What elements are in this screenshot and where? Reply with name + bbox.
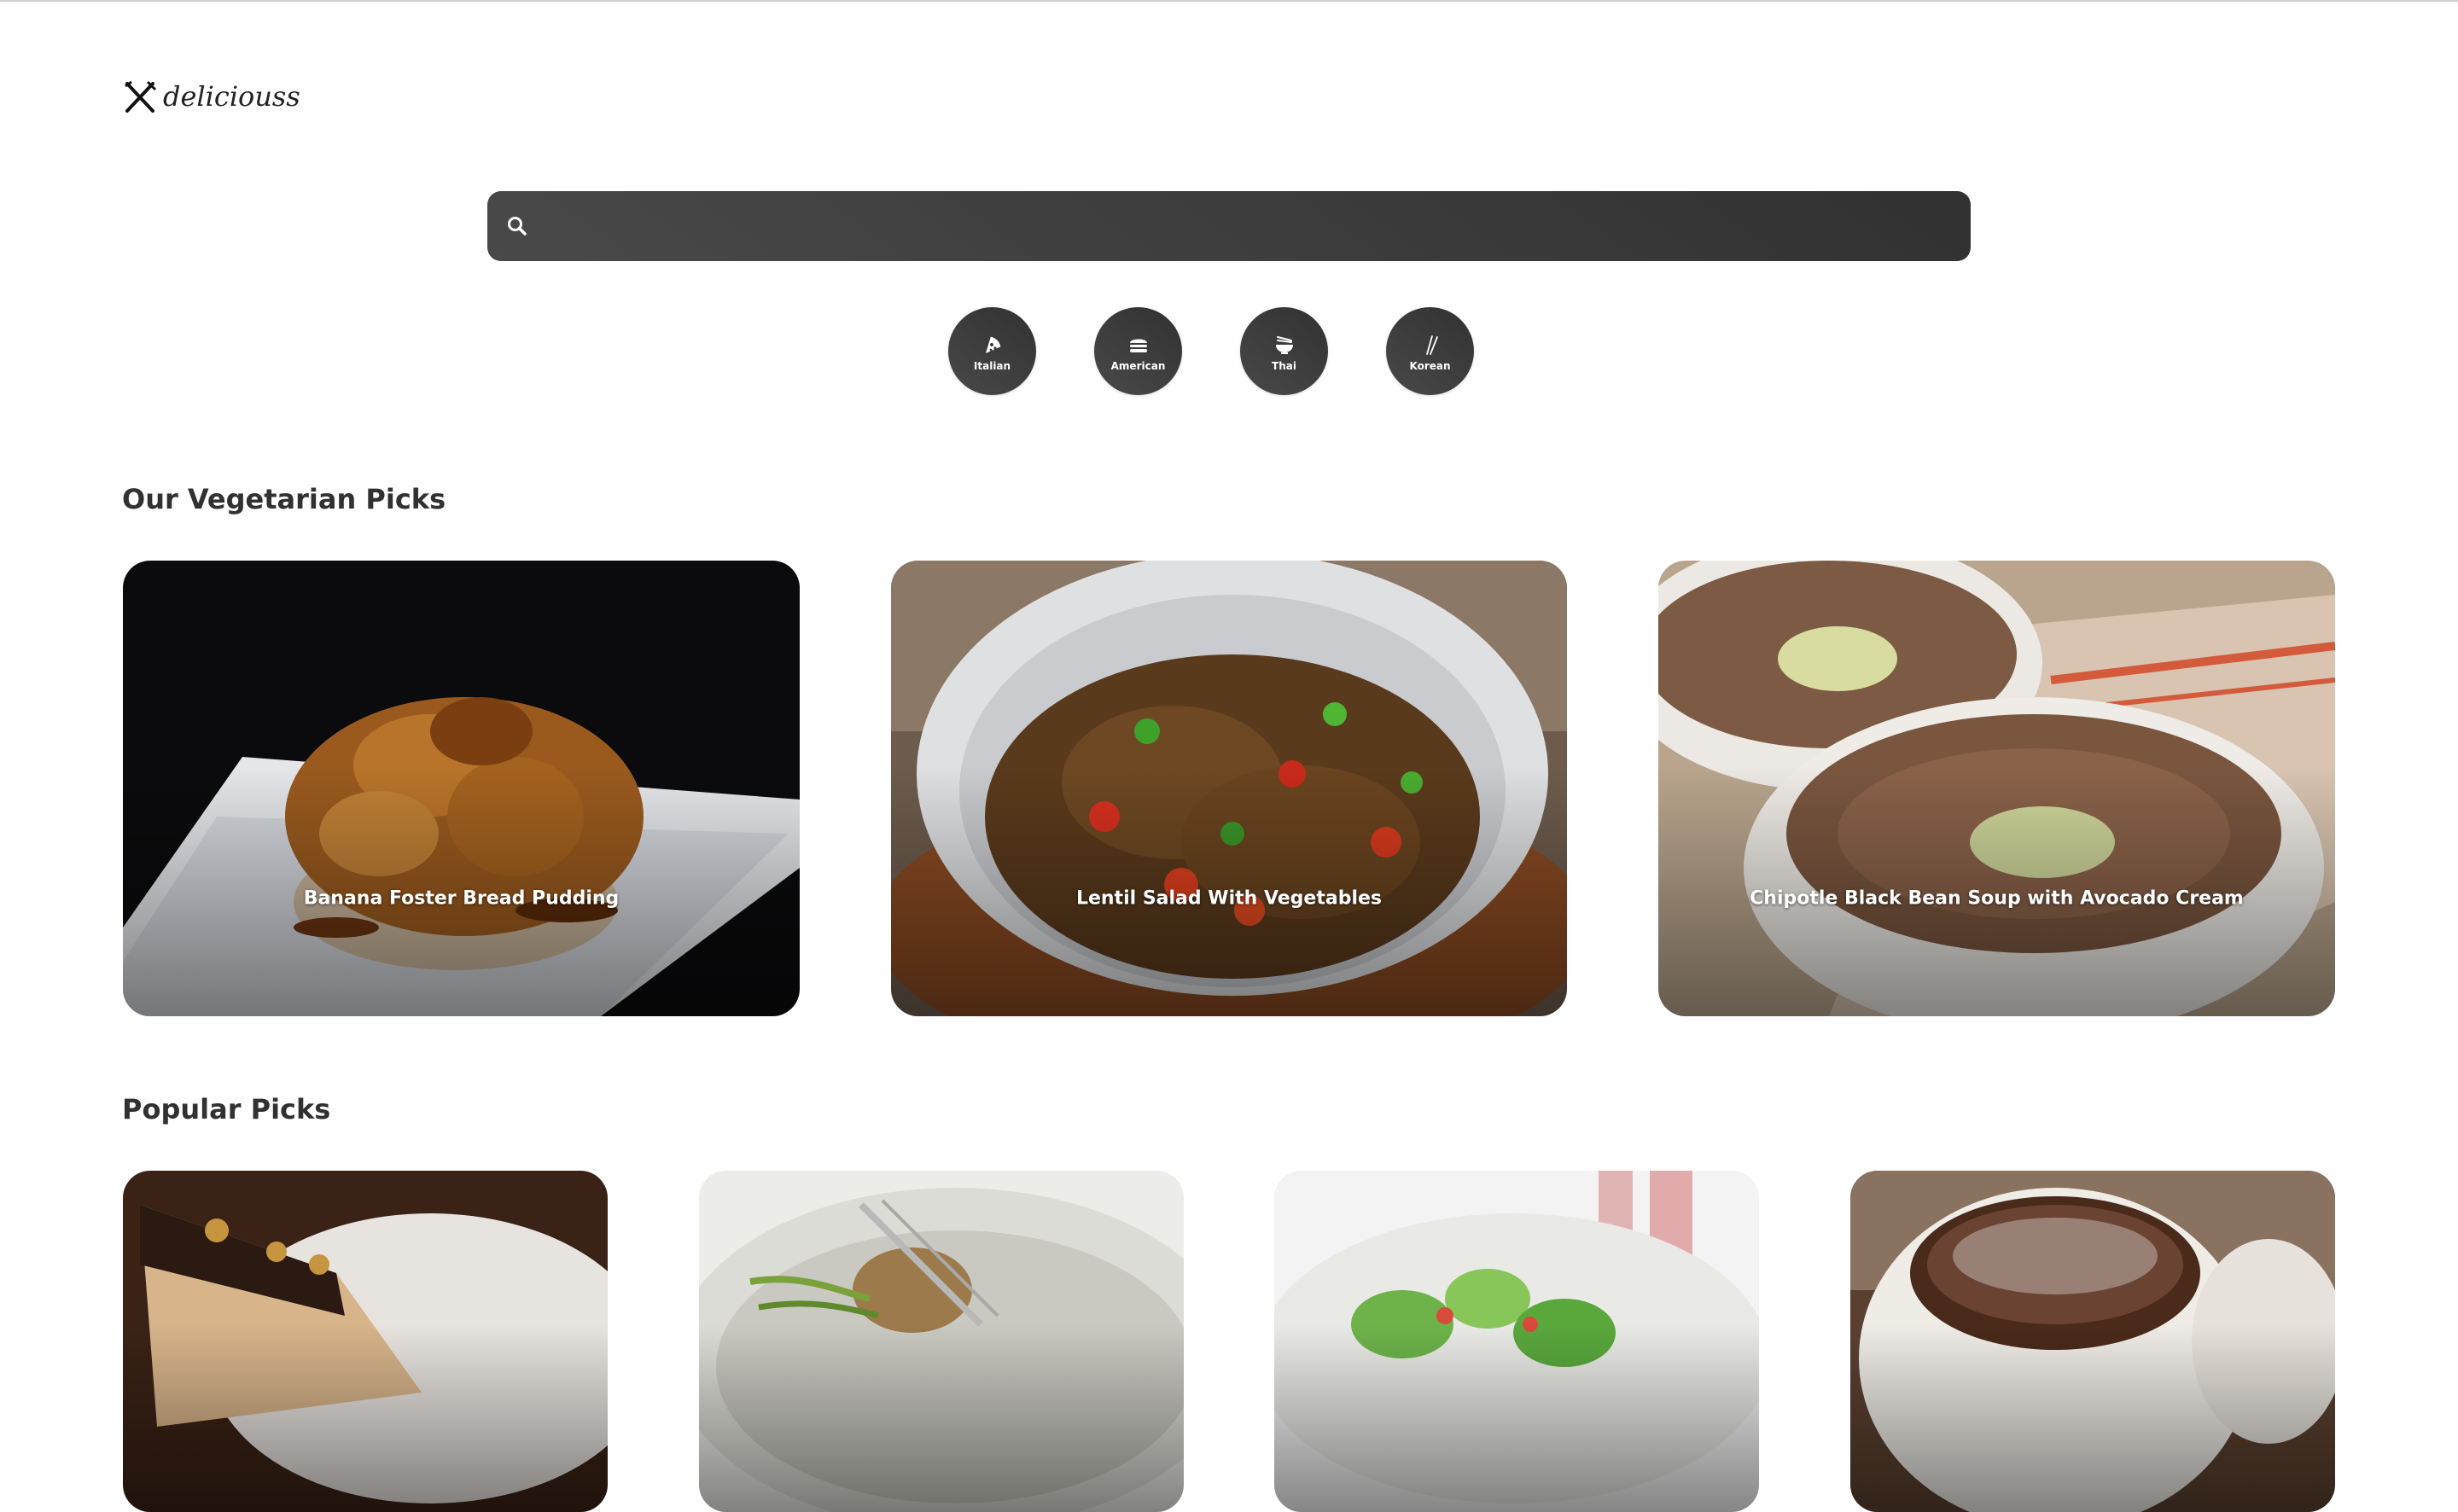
card-overlay <box>891 561 1567 1016</box>
vegetarian-card-3[interactable]: Chipotle Black Bean Soup with Avocado Cr… <box>1658 561 2335 1016</box>
card-overlay <box>1850 1171 2335 1512</box>
popular-card-4[interactable] <box>1850 1171 2335 1512</box>
noodle-bowl-icon <box>1275 336 1293 354</box>
card-overlay <box>123 561 800 1016</box>
search-icon[interactable] <box>506 215 528 237</box>
chopsticks-icon <box>1425 335 1438 355</box>
cuisine-italian-button[interactable]: Italian <box>948 307 1036 395</box>
popular-card-2[interactable] <box>699 1171 1184 1512</box>
top-border <box>0 0 2458 2</box>
cuisine-label: Thai <box>1272 360 1296 372</box>
vegetarian-card-2[interactable]: Lentil Salad With Vegetables <box>891 561 1567 1016</box>
cuisine-korean-button[interactable]: Korean <box>1386 307 1474 395</box>
cuisine-thai-button[interactable]: Thai <box>1240 307 1328 395</box>
burger-icon <box>1129 339 1147 352</box>
card-title: Banana Foster Bread Pudding <box>303 887 620 910</box>
card-overlay <box>123 1171 608 1512</box>
cuisine-american-button[interactable]: American <box>1094 307 1182 395</box>
card-title: Lentil Salad With Vegetables <box>1075 887 1383 910</box>
card-overlay <box>1274 1171 1759 1512</box>
cuisine-nav: Italian American Thai Korean <box>948 307 1474 395</box>
vegetarian-card-1[interactable]: Banana Foster Bread Pudding <box>123 561 800 1016</box>
card-title: Chipotle Black Bean Soup with Avocado Cr… <box>1750 887 2244 910</box>
vegetarian-heading: Our Vegetarian Picks <box>122 483 446 515</box>
pizza-icon <box>985 335 1002 353</box>
cuisine-label: Italian <box>973 360 1011 372</box>
logo-text: deliciouss <box>163 80 300 113</box>
popular-heading: Popular Picks <box>122 1093 331 1125</box>
cuisine-label: American <box>1110 360 1166 372</box>
search-input[interactable] <box>528 191 1971 261</box>
card-overlay <box>1658 561 2335 1016</box>
cuisine-label: Korean <box>1409 360 1451 372</box>
search-form <box>487 191 1971 261</box>
popular-card-3[interactable] <box>1274 1171 1759 1512</box>
fork-knife-icon <box>125 80 157 113</box>
card-overlay <box>699 1171 1184 1512</box>
popular-card-1[interactable] <box>123 1171 608 1512</box>
logo-link[interactable]: deliciouss <box>122 77 300 116</box>
